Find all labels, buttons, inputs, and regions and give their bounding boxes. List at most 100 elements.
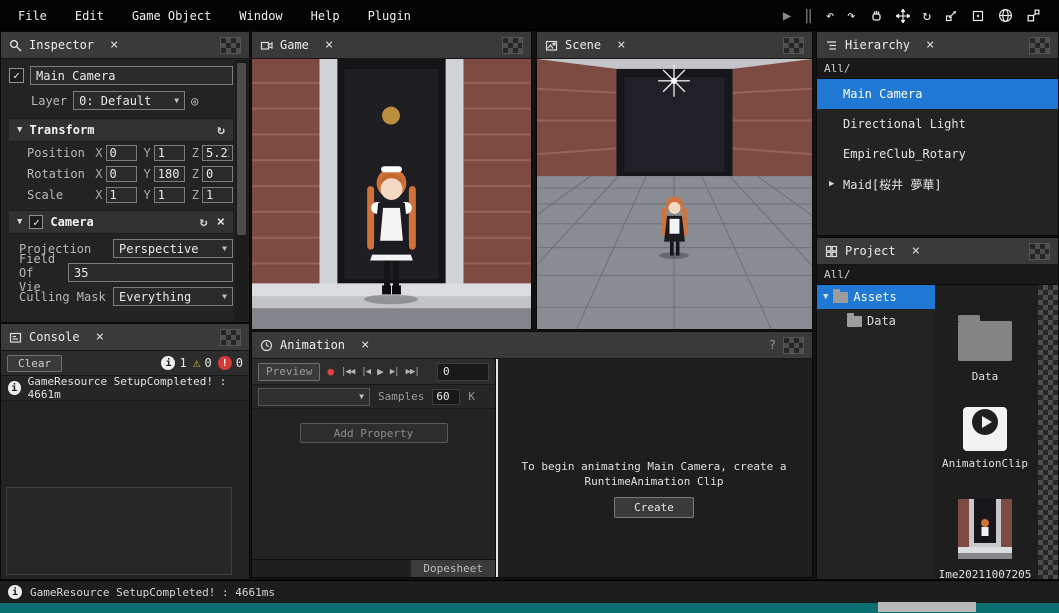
scale-x-field[interactable]: [106, 187, 137, 203]
caret-down-icon[interactable]: ▼: [17, 217, 22, 227]
rotation-y-field[interactable]: [154, 166, 185, 182]
transform-reset-icon[interactable]: ↻: [217, 123, 225, 138]
culling-dropdown[interactable]: Everything ▼: [113, 287, 233, 306]
globe-icon[interactable]: [998, 8, 1013, 23]
play-icon[interactable]: ▶: [783, 9, 791, 23]
tab-project[interactable]: Project: [845, 244, 896, 258]
asset-data-folder[interactable]: Data: [935, 321, 1035, 383]
scale-z-field[interactable]: [202, 187, 233, 203]
error-filter[interactable]: ! 0: [218, 356, 243, 370]
go-to-start-icon[interactable]: |◀◀: [341, 367, 354, 377]
hierarchy-item-maid[interactable]: ▶ Maid[桜井 夢華]: [817, 169, 1058, 199]
hierarchy-path[interactable]: All/: [817, 59, 1058, 79]
game-close-icon[interactable]: ×: [325, 37, 333, 53]
menu-window[interactable]: Window: [239, 9, 282, 23]
next-key-icon[interactable]: ▶|: [390, 367, 399, 377]
menu-help[interactable]: Help: [311, 9, 340, 23]
hierarchy-close-icon[interactable]: ×: [926, 37, 934, 53]
expand-arrow-icon[interactable]: ▶: [829, 179, 843, 189]
projection-dropdown[interactable]: Perspective ▼: [113, 239, 233, 258]
project-path[interactable]: All/: [817, 265, 1058, 285]
object-name-field[interactable]: [30, 66, 233, 85]
rect-tool-icon[interactable]: [971, 9, 985, 23]
inspector-scrollbar[interactable]: [235, 60, 248, 321]
add-property-button[interactable]: Add Property: [300, 423, 448, 443]
warning-filter[interactable]: ⚠ 0: [193, 356, 212, 371]
hierarchy-item-empireclub-rotary[interactable]: EmpireClub_Rotary: [817, 139, 1058, 169]
menu-plugin[interactable]: Plugin: [368, 9, 411, 23]
preview-button[interactable]: Preview: [258, 363, 320, 381]
redo-icon[interactable]: ↷: [847, 9, 855, 23]
position-y-field[interactable]: [154, 145, 185, 161]
pivot-icon[interactable]: [1026, 8, 1041, 23]
tree-item-data[interactable]: Data: [817, 309, 935, 333]
fov-field[interactable]: [68, 263, 233, 282]
console-close-icon[interactable]: ×: [96, 329, 104, 345]
animation-close-icon[interactable]: ×: [361, 337, 369, 353]
tree-item-assets[interactable]: ▼ Assets: [817, 285, 935, 309]
hierarchy-item-directional-light[interactable]: Directional Light: [817, 109, 1058, 139]
camera-remove-icon[interactable]: ×: [217, 214, 225, 230]
hierarchy-detach-icon[interactable]: [1029, 37, 1050, 54]
tab-animation[interactable]: Animation: [280, 338, 345, 352]
inspector-detach-icon[interactable]: [220, 37, 241, 54]
game-viewport[interactable]: [252, 59, 531, 329]
hand-tool-icon[interactable]: [869, 9, 883, 23]
help-icon[interactable]: ?: [769, 338, 776, 352]
undo-icon[interactable]: ↶: [826, 9, 834, 23]
create-clip-button[interactable]: Create: [614, 497, 694, 518]
scene-close-icon[interactable]: ×: [617, 37, 625, 53]
project-close-icon[interactable]: ×: [912, 243, 920, 259]
caret-down-icon[interactable]: ▼: [823, 292, 828, 302]
current-frame-field[interactable]: [437, 363, 489, 381]
rotation-x-field[interactable]: [106, 166, 137, 182]
project-detach-icon[interactable]: [1029, 243, 1050, 260]
scale-y-field[interactable]: [154, 187, 185, 203]
tab-console[interactable]: Console: [29, 330, 80, 344]
layer-dropdown[interactable]: 0: Default ▼: [73, 91, 185, 110]
resize-handle[interactable]: [878, 602, 976, 612]
camera-section-header[interactable]: ▼ ✓ Camera ↻ ×: [9, 210, 233, 234]
record-icon[interactable]: ●: [327, 365, 334, 378]
layer-target-icon[interactable]: ◎: [191, 94, 198, 108]
clip-dropdown[interactable]: ▼: [258, 388, 370, 406]
status-bar[interactable]: i GameResource SetupCompleted! : 4661ms: [0, 580, 1059, 603]
position-x-field[interactable]: [106, 145, 137, 161]
hierarchy-item-main-camera[interactable]: Main Camera: [817, 79, 1058, 109]
move-tool-icon[interactable]: [896, 9, 910, 23]
previous-key-icon[interactable]: |◀: [361, 367, 370, 377]
pause-icon[interactable]: ‖: [804, 9, 812, 23]
active-checkbox[interactable]: ✓: [9, 68, 24, 83]
inspector-close-icon[interactable]: ×: [110, 37, 118, 53]
tab-scene[interactable]: Scene: [565, 38, 601, 52]
console-log-entry[interactable]: i GameResource SetupCompleted! : 4661m: [1, 376, 249, 401]
menu-game-object[interactable]: Game Object: [132, 9, 211, 23]
tab-inspector[interactable]: Inspector: [29, 38, 94, 52]
add-keyframe-icon[interactable]: K: [468, 390, 475, 403]
camera-reset-icon[interactable]: ↻: [200, 215, 208, 230]
scene-detach-icon[interactable]: [783, 37, 804, 54]
asset-animation-clip[interactable]: AnimationClip: [935, 407, 1035, 470]
transform-section-header[interactable]: ▼ Transform ↻: [9, 118, 233, 142]
info-filter[interactable]: i 1: [161, 356, 186, 370]
animation-timeline-area[interactable]: To begin animating Main Camera, create a…: [496, 359, 812, 577]
animation-detach-icon[interactable]: [783, 337, 804, 354]
play-animation-icon[interactable]: ▶: [377, 365, 383, 378]
rotation-z-field[interactable]: [202, 166, 233, 182]
go-to-end-icon[interactable]: ▶▶|: [406, 367, 419, 377]
menu-file[interactable]: File: [18, 9, 47, 23]
game-detach-icon[interactable]: [502, 37, 523, 54]
rotate-tool-icon[interactable]: ↻: [923, 9, 931, 23]
console-detach-icon[interactable]: [220, 329, 241, 346]
scale-tool-icon[interactable]: [944, 9, 958, 23]
samples-field[interactable]: [432, 389, 460, 405]
dopesheet-tab[interactable]: Dopesheet: [411, 560, 495, 577]
menu-edit[interactable]: Edit: [75, 9, 104, 23]
caret-down-icon[interactable]: ▼: [17, 125, 22, 135]
tab-game[interactable]: Game: [280, 38, 309, 52]
clear-button[interactable]: Clear: [7, 355, 62, 372]
tab-hierarchy[interactable]: Hierarchy: [845, 38, 910, 52]
position-z-field[interactable]: [202, 145, 233, 161]
scene-viewport[interactable]: [537, 59, 812, 329]
asset-image[interactable]: Ime20211007205: [935, 499, 1035, 579]
